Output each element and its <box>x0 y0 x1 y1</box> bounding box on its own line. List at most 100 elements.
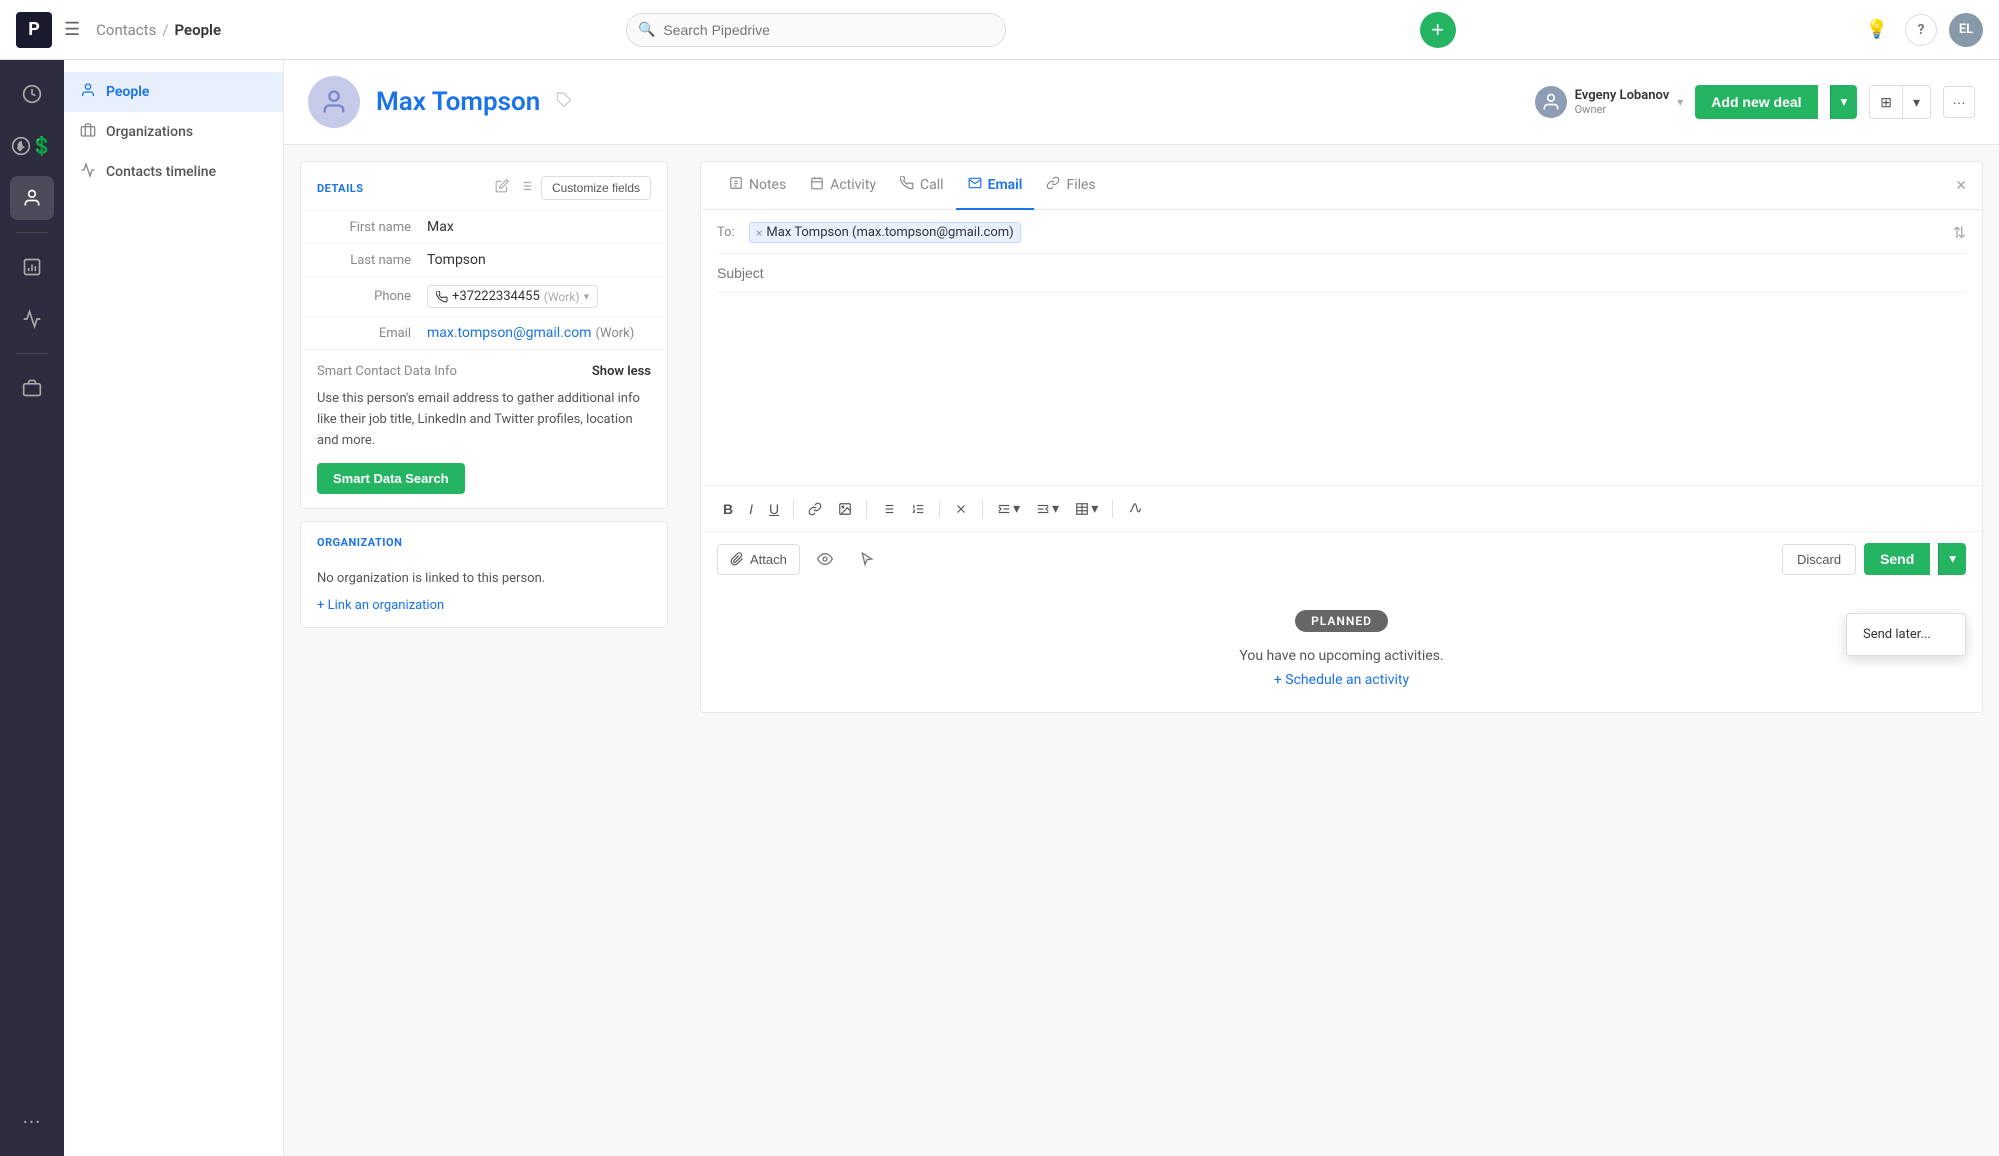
smart-contact-section: Smart Contact Data Info Show less Use th… <box>301 349 667 508</box>
notes-tab-label: Notes <box>749 177 786 193</box>
call-tab-icon <box>900 176 914 194</box>
table-button[interactable]: ▾ <box>1069 496 1104 521</box>
email-toolbar: B I U <box>701 485 1982 532</box>
attach-label: Attach <box>750 552 787 567</box>
phone-chevron-icon[interactable]: ▾ <box>584 290 590 303</box>
italic-button[interactable]: I <box>743 497 759 521</box>
tag-icon[interactable] <box>556 92 572 112</box>
send-later-item[interactable]: Send later... <box>1847 618 1965 651</box>
details-card-header: DETAILS Customize fields <box>301 162 667 210</box>
email-value[interactable]: max.tompson@gmail.com <box>427 325 591 341</box>
sidebar-dark-divider <box>16 232 48 233</box>
right-card: Notes Activity Call <box>700 161 1983 713</box>
sidebar-item-organizations[interactable]: Organizations <box>64 112 283 152</box>
content-area: Max Tompson Evgeny Lobanov Owner ▾ Add n… <box>284 60 1999 1156</box>
toolbar-sep-5 <box>1112 500 1113 518</box>
firstname-value: Max <box>427 219 454 235</box>
user-avatar[interactable]: EL <box>1949 13 1983 47</box>
owner-section: Evgeny Lobanov Owner ▾ <box>1535 86 1684 118</box>
email-expand-icon[interactable]: ⇅ <box>1953 223 1966 242</box>
sidebar-item-activity[interactable] <box>10 72 54 116</box>
lastname-value: Tompson <box>427 252 486 268</box>
smart-contact-description: Use this person's email address to gathe… <box>317 389 651 451</box>
person-header: Max Tompson Evgeny Lobanov Owner ▾ Add n… <box>284 60 1999 145</box>
view-dropdown-button[interactable]: ▾ <box>1903 87 1930 118</box>
toolbar-sep-4 <box>982 500 983 518</box>
email-recipient-chip[interactable]: × Max Tompson (max.tompson@gmail.com) <box>749 222 1021 243</box>
smart-section-header: Smart Contact Data Info Show less <box>317 364 651 379</box>
sidebar-item-reports[interactable] <box>10 245 54 289</box>
ordered-list-button[interactable] <box>905 498 931 520</box>
email-label: Email <box>317 326 427 341</box>
sort-icon[interactable] <box>517 177 535 199</box>
add-deal-dropdown-button[interactable]: ▾ <box>1830 85 1858 119</box>
no-activities-text: You have no upcoming activities. <box>717 648 1966 664</box>
sidebar-light: People Organizations Contacts timeline <box>64 60 284 1156</box>
tab-activity[interactable]: Activity <box>798 162 888 210</box>
tab-notes[interactable]: Notes <box>717 162 798 210</box>
files-tab-label: Files <box>1066 177 1095 193</box>
breadcrumb-parent[interactable]: Contacts <box>96 21 156 39</box>
cursor-button[interactable] <box>850 542 884 576</box>
email-tab-icon <box>968 176 982 194</box>
edit-icon[interactable] <box>493 177 511 199</box>
more-options-button[interactable]: ··· <box>1943 86 1975 118</box>
send-dropdown-button[interactable]: ▾ <box>1938 543 1966 575</box>
schedule-activity-link[interactable]: + Schedule an activity <box>1274 672 1409 688</box>
menu-icon[interactable]: ☰ <box>64 19 80 40</box>
sidebar-item-contacts[interactable] <box>10 176 54 220</box>
unordered-list-button[interactable] <box>875 498 901 520</box>
sidebar-item-people[interactable]: People <box>64 72 283 112</box>
preview-button[interactable] <box>808 542 842 576</box>
actions-right: Discard Send ▾ <box>1782 543 1966 575</box>
customize-fields-button[interactable]: Customize fields <box>541 176 651 200</box>
bulb-icon-btn[interactable]: 💡 <box>1861 14 1893 46</box>
image-button[interactable] <box>832 498 858 520</box>
breadcrumb: Contacts / People <box>96 21 221 39</box>
email-body[interactable] <box>717 293 1966 473</box>
person-name[interactable]: Max Tompson <box>376 87 540 117</box>
search-bar: 🔍 <box>626 13 1006 47</box>
phone-badge[interactable]: +37222334455 (Work) ▾ <box>427 285 598 308</box>
send-button[interactable]: Send <box>1864 543 1930 575</box>
sidebar-item-contacts-timeline[interactable]: Contacts timeline <box>64 152 283 192</box>
email-subject-input[interactable] <box>717 265 1966 281</box>
phone-label: Phone <box>317 289 427 304</box>
add-button[interactable]: + <box>1420 12 1456 48</box>
signature-button[interactable] <box>1121 498 1149 520</box>
link-organization-button[interactable]: + Link an organization <box>301 598 667 627</box>
clear-format-button[interactable] <box>948 498 974 520</box>
show-less-button[interactable]: Show less <box>592 364 651 379</box>
sidebar-item-products[interactable] <box>10 366 54 410</box>
indent-button[interactable]: ▾ <box>991 496 1026 521</box>
owner-chevron-icon[interactable]: ▾ <box>1677 95 1683 109</box>
tab-email[interactable]: Email <box>956 162 1035 210</box>
owner-avatar <box>1535 86 1567 118</box>
breadcrumb-separator: / <box>162 21 168 39</box>
smart-data-search-button[interactable]: Smart Data Search <box>317 463 465 494</box>
sidebar-item-insights[interactable] <box>10 297 54 341</box>
link-button[interactable] <box>802 498 828 520</box>
close-panel-icon[interactable]: × <box>1956 175 1966 196</box>
owner-info: Evgeny Lobanov Owner <box>1575 88 1670 116</box>
email-tab-label: Email <box>988 177 1023 193</box>
tab-call[interactable]: Call <box>888 162 956 210</box>
email-to-label: To: <box>717 225 741 240</box>
add-deal-button[interactable]: Add new deal <box>1695 85 1817 119</box>
grid-view-button[interactable]: ⊞ <box>1870 87 1902 118</box>
sidebar-item-more[interactable]: ··· <box>10 1100 54 1144</box>
owner-role: Owner <box>1575 103 1670 116</box>
attach-button[interactable]: Attach <box>717 544 800 575</box>
details-title: DETAILS <box>317 182 364 195</box>
underline-button[interactable]: U <box>763 497 785 521</box>
discard-button[interactable]: Discard <box>1782 544 1856 575</box>
bold-button[interactable]: B <box>717 497 739 521</box>
recipient-remove-icon[interactable]: × <box>756 226 762 240</box>
sidebar-item-deals[interactable]: $ 💲 <box>10 124 54 168</box>
search-input[interactable] <box>626 13 1006 47</box>
quote-button[interactable]: ▾ <box>1030 496 1065 521</box>
help-icon-btn[interactable]: ? <box>1905 14 1937 46</box>
lastname-label: Last name <box>317 253 427 268</box>
tab-files[interactable]: Files <box>1034 162 1107 210</box>
sidebar-timeline-label: Contacts timeline <box>106 164 216 180</box>
